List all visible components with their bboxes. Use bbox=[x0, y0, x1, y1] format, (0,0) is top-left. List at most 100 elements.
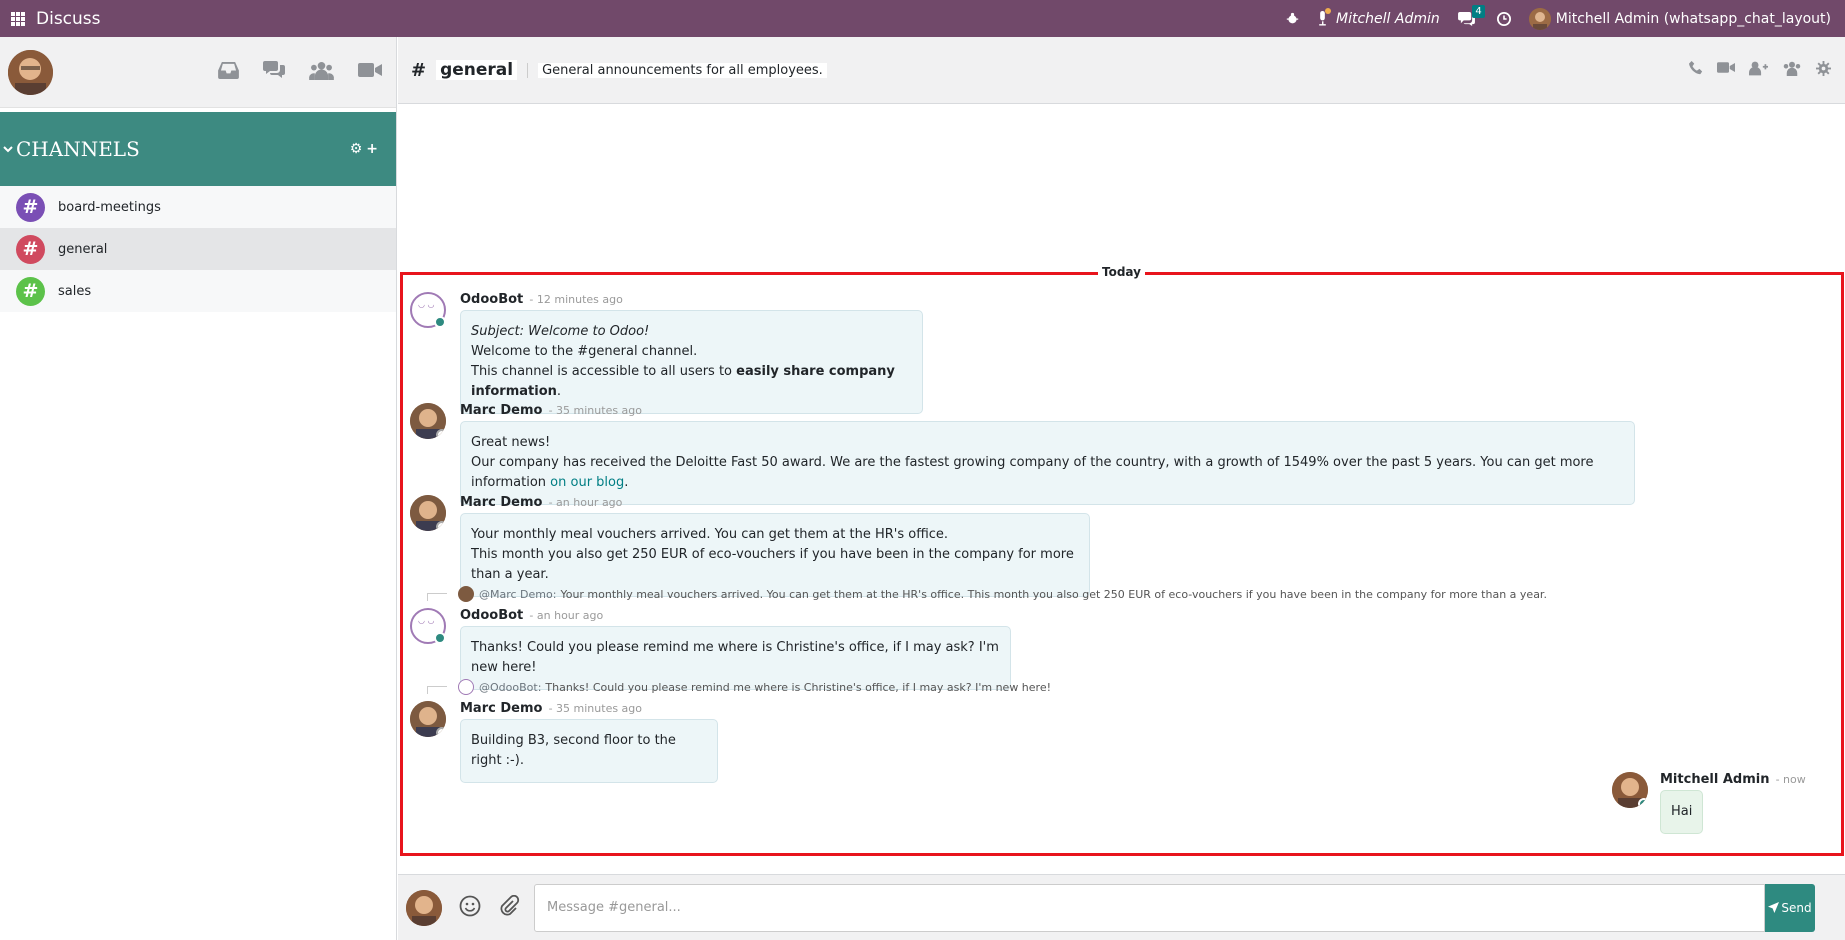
reply-connector bbox=[427, 686, 447, 694]
message-author[interactable]: Marc Demo bbox=[460, 701, 542, 716]
message-input[interactable] bbox=[534, 883, 1765, 932]
message-author[interactable]: Marc Demo bbox=[460, 495, 542, 510]
send-button-label: Send bbox=[1781, 900, 1812, 915]
activity-clock-icon[interactable] bbox=[1496, 11, 1511, 26]
channel-name-field[interactable]: general bbox=[436, 60, 518, 80]
message-composer: Send bbox=[398, 874, 1845, 940]
message-bubble: Your monthly meal vouchers arrived. You … bbox=[460, 513, 1090, 597]
reply-author: @OdooBot: bbox=[479, 680, 542, 694]
emoji-icon[interactable] bbox=[459, 895, 481, 921]
odoobot-avatar[interactable] bbox=[410, 608, 446, 644]
marc-demo-avatar[interactable] bbox=[410, 495, 446, 531]
send-button[interactable]: Send bbox=[1765, 883, 1815, 932]
message-bubble: Building B3, second floor to the right :… bbox=[460, 719, 718, 783]
reply-author: @Marc Demo: bbox=[479, 587, 557, 601]
user-menu-label: Mitchell Admin (whatsapp_chat_layout) bbox=[1555, 10, 1831, 27]
message-time: - 35 minutes ago bbox=[548, 404, 643, 417]
channel-label: board-meetings bbox=[58, 199, 161, 215]
hashtag-icon: # bbox=[16, 234, 45, 264]
marc-demo-avatar[interactable] bbox=[410, 403, 446, 439]
reply-avatar bbox=[458, 679, 474, 695]
message-thread[interactable]: Today OdooBot - 12 minutes ago Subject: … bbox=[398, 104, 1845, 874]
channels-settings-add-actions[interactable]: ⚙+ bbox=[350, 141, 382, 157]
chevron-down-icon[interactable] bbox=[3, 144, 13, 154]
odoobot-avatar[interactable] bbox=[410, 292, 446, 328]
message-bubble: Subject: Welcome to Odoo! Welcome to the… bbox=[460, 310, 923, 414]
reply-avatar bbox=[458, 586, 474, 602]
microphone-icon[interactable] bbox=[1317, 8, 1332, 26]
date-separator: Today bbox=[1098, 265, 1145, 279]
user-menu[interactable]: Mitchell Admin (whatsapp_chat_layout) bbox=[1528, 7, 1831, 30]
messages-chat-icon[interactable]: 4 bbox=[1457, 5, 1485, 26]
channels-category-title: CHANNELS bbox=[16, 137, 140, 161]
reply-preview[interactable]: @Marc Demo: Your monthly meal vouchers a… bbox=[458, 586, 1547, 602]
message-author[interactable]: OdooBot bbox=[460, 608, 523, 623]
message-author[interactable]: Marc Demo bbox=[460, 403, 542, 418]
paper-plane-icon bbox=[1768, 902, 1780, 913]
sidebar-item-general[interactable]: # general bbox=[0, 228, 396, 270]
add-user-icon[interactable] bbox=[1749, 61, 1768, 80]
message-item[interactable]: Marc Demo - an hour ago Your monthly mea… bbox=[410, 495, 1090, 597]
topbar-user-name[interactable]: Mitchell Admin bbox=[1336, 11, 1440, 27]
current-user-avatar[interactable] bbox=[8, 49, 53, 95]
sidebar-item-sales[interactable]: # sales bbox=[0, 270, 396, 312]
top-navbar: Discuss Mitchell Admin 4 Mitchell Admin … bbox=[0, 0, 1845, 37]
message-bubble: Great news! Our company has received the… bbox=[460, 421, 1635, 505]
mitchell-admin-avatar[interactable] bbox=[1612, 772, 1648, 808]
message-time: - 35 minutes ago bbox=[548, 702, 643, 715]
sidebar-item-board-meetings[interactable]: # board-meetings bbox=[0, 186, 396, 228]
channel-label: sales bbox=[58, 283, 92, 299]
message-line: This month you also get 250 EUR of eco-v… bbox=[471, 547, 1074, 582]
message-line: Our company has received the Deloitte Fa… bbox=[471, 455, 1594, 490]
hashtag-icon: # bbox=[16, 192, 45, 222]
message-item[interactable]: OdooBot - an hour ago Thanks! Could you … bbox=[410, 608, 1011, 690]
reply-connector bbox=[427, 593, 447, 601]
members-icon[interactable] bbox=[1782, 61, 1802, 80]
own-message-item[interactable]: Mitchell Admin - now Hai bbox=[1612, 772, 1806, 834]
message-line: Welcome to the #general channel. bbox=[471, 344, 698, 359]
message-line: Your monthly meal vouchers arrived. You … bbox=[471, 527, 949, 542]
message-item[interactable]: Marc Demo - 35 minutes ago Building B3, … bbox=[410, 701, 718, 783]
messages-count-badge: 4 bbox=[1472, 5, 1485, 18]
settings-gear-icon[interactable] bbox=[1816, 60, 1831, 80]
apps-menu-icon[interactable] bbox=[11, 11, 25, 26]
message-author[interactable]: Mitchell Admin bbox=[1660, 772, 1769, 787]
video-call-icon[interactable] bbox=[1717, 61, 1735, 80]
message-time: - an hour ago bbox=[529, 609, 604, 622]
paperclip-icon[interactable] bbox=[498, 894, 520, 921]
message-bubble: Hai bbox=[1660, 790, 1703, 834]
message-item[interactable]: Marc Demo - 35 minutes ago Great news! O… bbox=[410, 403, 1635, 505]
video-camera-icon[interactable] bbox=[358, 62, 382, 82]
inbox-icon[interactable] bbox=[218, 61, 239, 83]
channel-list: # board-meetings # general # sales bbox=[0, 186, 396, 312]
marc-demo-avatar[interactable] bbox=[410, 701, 446, 737]
message-line: Thanks! Could you please remind me where… bbox=[471, 640, 999, 675]
users-group-icon[interactable] bbox=[309, 61, 334, 84]
message-author[interactable]: OdooBot bbox=[460, 292, 523, 307]
chat-bubbles-icon[interactable] bbox=[263, 61, 285, 83]
blog-link[interactable]: on our blog bbox=[550, 475, 624, 490]
reply-text: Your monthly meal vouchers arrived. You … bbox=[560, 587, 1547, 601]
channel-description-field[interactable]: General announcements for all employees. bbox=[538, 62, 827, 78]
message-subject: Subject: Welcome to Odoo! bbox=[471, 324, 650, 339]
composer-user-avatar bbox=[406, 889, 442, 926]
reply-preview[interactable]: @OdooBot: Thanks! Could you please remin… bbox=[458, 679, 1051, 695]
message-line: Hai bbox=[1671, 804, 1693, 819]
user-avatar bbox=[1528, 7, 1551, 30]
message-time: - 12 minutes ago bbox=[529, 293, 623, 306]
sidebar-header bbox=[0, 37, 396, 108]
message-time: - an hour ago bbox=[548, 496, 623, 509]
hashtag-icon: # bbox=[16, 276, 45, 306]
message-line: Building B3, second floor to the right :… bbox=[471, 733, 676, 768]
phone-call-icon[interactable] bbox=[1689, 60, 1703, 80]
app-title[interactable]: Discuss bbox=[36, 9, 101, 29]
channel-label: general bbox=[58, 241, 108, 257]
channels-category-header[interactable]: CHANNELS ⚙+ bbox=[0, 112, 396, 186]
message-item[interactable]: OdooBot - 12 minutes ago Subject: Welcom… bbox=[410, 292, 923, 414]
debug-bug-icon[interactable] bbox=[1286, 12, 1299, 25]
reply-text: Thanks! Could you please remind me where… bbox=[545, 680, 1052, 694]
discuss-sidebar: CHANNELS ⚙+ # board-meetings # general #… bbox=[0, 37, 397, 940]
message-time: - now bbox=[1775, 773, 1806, 786]
message-line: This channel is accessible to all users … bbox=[471, 364, 895, 399]
thread-header: # general General announcements for all … bbox=[398, 37, 1845, 104]
